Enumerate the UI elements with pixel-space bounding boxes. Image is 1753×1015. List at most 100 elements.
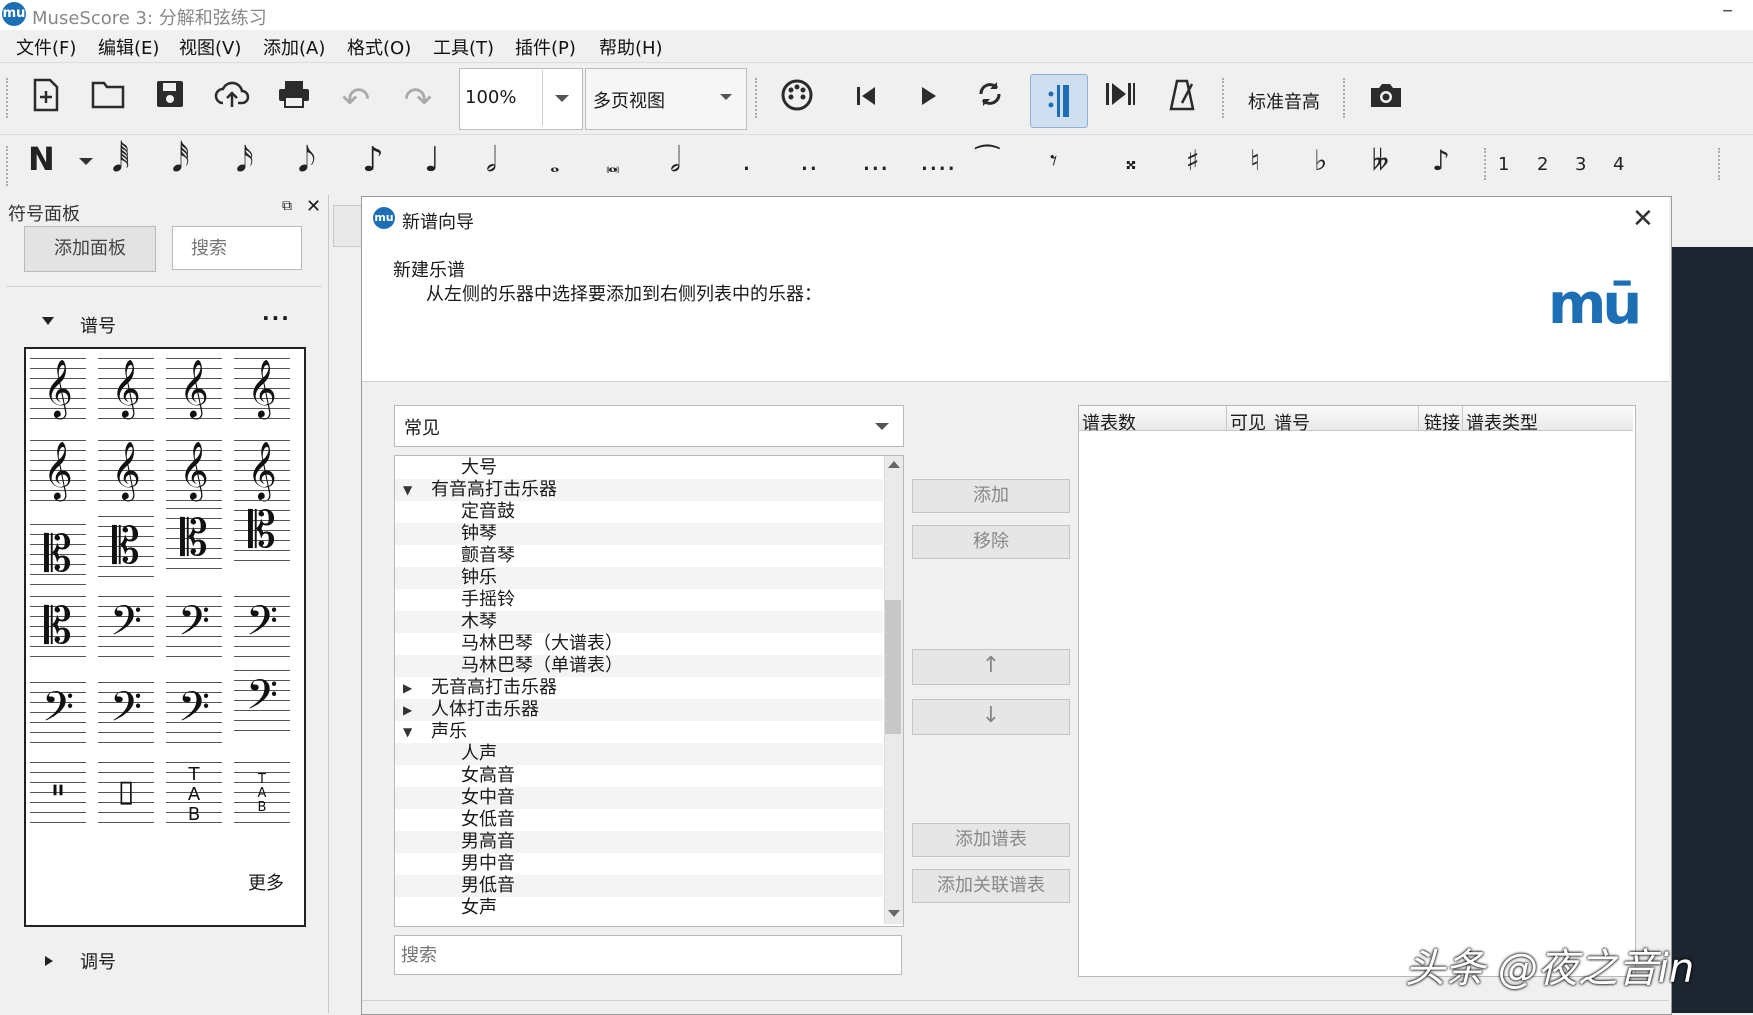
zoom-dropdown-button[interactable] xyxy=(542,70,581,126)
treble-clef-8vb-icon[interactable]: 𝄞 xyxy=(234,355,290,421)
subbass-clef-icon[interactable]: 𝄢 xyxy=(234,667,290,733)
treble-clef-15mb-icon[interactable]: 𝄞 xyxy=(30,437,86,503)
bass-clef-icon[interactable]: 𝄢 xyxy=(98,593,154,659)
note-half-icon[interactable]: 𝅗𝅥 xyxy=(486,140,497,180)
voice-2-button[interactable]: 2 xyxy=(1537,154,1548,175)
metronome-icon[interactable] xyxy=(1160,78,1204,122)
instrument-tree-row[interactable]: 钟乐 xyxy=(395,567,883,589)
add-palette-button[interactable]: 添加面板 xyxy=(24,226,156,272)
menu-plugins[interactable]: 插件(P) xyxy=(515,34,576,60)
sharp-icon[interactable]: ♯ xyxy=(1186,144,1200,177)
move-down-button[interactable]: ↓ xyxy=(912,699,1070,735)
triple-dot-icon[interactable]: ... xyxy=(862,144,889,177)
flat-icon[interactable]: ♭ xyxy=(1314,144,1327,177)
bass-clef-15ma-icon[interactable]: 𝄢 xyxy=(234,593,290,659)
double-sharp-icon[interactable]: 𝄪 xyxy=(1126,150,1136,175)
instrument-tree-row[interactable]: ▶ 无音高打击乐器 xyxy=(395,677,883,699)
augmentation-dot-icon[interactable]: . xyxy=(742,144,751,177)
redo-icon[interactable]: ↷ xyxy=(396,78,440,122)
voice-1-button[interactable]: 1 xyxy=(1498,154,1509,175)
column-header-clef[interactable]: 谱号 xyxy=(1274,409,1310,435)
tenor-clef-icon[interactable]: 𝄡 xyxy=(234,497,290,563)
collapse-arrow-icon[interactable] xyxy=(42,953,56,972)
note-32nd-icon[interactable]: 𝅘𝅥𝅰 xyxy=(172,140,190,180)
menu-add[interactable]: 添加(A) xyxy=(263,34,325,60)
natural-icon[interactable]: ♮ xyxy=(1250,144,1260,177)
column-header-staff-type[interactable]: 谱表类型 xyxy=(1466,409,1538,435)
instrument-tree-row[interactable]: 马林巴琴（大谱表） xyxy=(395,633,883,655)
more-button[interactable]: 更多 xyxy=(248,869,284,895)
french-violin-clef-icon[interactable]: 𝄞 xyxy=(234,437,290,503)
quadruple-dot-icon[interactable]: .... xyxy=(920,144,956,177)
repeat-playback-icon[interactable] xyxy=(1030,74,1088,128)
toolbar-grip[interactable] xyxy=(6,146,12,186)
instrument-tree-row[interactable]: 木琴 xyxy=(395,611,883,633)
close-icon[interactable]: ✕ xyxy=(306,196,321,217)
percussion-clef-icon[interactable]: 𝄥 xyxy=(30,759,86,825)
minimize-button[interactable]: – xyxy=(1722,0,1733,23)
concert-pitch-toggle[interactable]: 标准音高 xyxy=(1248,88,1320,114)
note-whole-icon[interactable]: 𝅝 xyxy=(550,150,560,178)
flip-direction-icon[interactable]: ♪ xyxy=(1432,144,1450,177)
toolbar-grip[interactable] xyxy=(6,78,12,118)
double-treble-clef-icon[interactable]: 𝄞 xyxy=(98,437,154,503)
soprano-clef-icon[interactable]: 𝄡 xyxy=(30,521,86,587)
mezzo-soprano-clef-icon[interactable]: 𝄡 xyxy=(98,513,154,579)
scrollbar-thumb[interactable] xyxy=(885,600,901,734)
save-icon[interactable] xyxy=(148,78,192,122)
add-linked-staff-button[interactable]: 添加关联谱表 xyxy=(912,869,1070,903)
scroll-up-icon[interactable] xyxy=(887,458,901,470)
percussion-clef-2-icon[interactable]: ▯ xyxy=(98,759,154,825)
camera-icon[interactable] xyxy=(1364,78,1408,122)
treble-clef-icon[interactable]: 𝄞 xyxy=(30,355,86,421)
scroll-down-icon[interactable] xyxy=(887,908,901,920)
collapsed-arrow-icon[interactable]: ▶ xyxy=(403,699,412,721)
rewind-icon[interactable] xyxy=(844,78,888,122)
instrument-tree-row[interactable]: ▼ 声乐 xyxy=(395,721,883,743)
cloud-upload-icon[interactable] xyxy=(210,78,254,122)
menu-file[interactable]: 文件(F) xyxy=(16,34,76,60)
toolbar-grip[interactable] xyxy=(1718,148,1724,180)
more-options-icon[interactable]: ··· xyxy=(262,306,291,330)
instrument-tree-row[interactable]: 人声 xyxy=(395,743,883,765)
selected-instruments-table[interactable] xyxy=(1078,405,1636,977)
expanded-arrow-icon[interactable]: ▼ xyxy=(403,721,412,743)
menu-edit[interactable]: 编辑(E) xyxy=(98,34,159,60)
menu-tools[interactable]: 工具(T) xyxy=(433,34,494,60)
note-eighth-icon[interactable]: 𝅘𝅥𝅮 xyxy=(298,140,316,180)
add-instrument-button[interactable]: 添加 xyxy=(912,479,1070,513)
toolbar-grip[interactable] xyxy=(1343,78,1349,118)
bass-clef-8vb-icon[interactable]: 𝄢 xyxy=(30,679,86,745)
instrument-tree-row[interactable]: 大号 xyxy=(395,457,883,479)
treble-clef-8vb-alt-icon[interactable]: 𝄞 xyxy=(166,437,222,503)
menu-view[interactable]: 视图(V) xyxy=(179,34,241,60)
play-icon[interactable] xyxy=(906,78,950,122)
instrument-tree-row[interactable]: 颤音琴 xyxy=(395,545,883,567)
voice-3-button[interactable]: 3 xyxy=(1575,154,1586,175)
voice-4-button[interactable]: 4 xyxy=(1613,154,1624,175)
expanded-arrow-icon[interactable]: ▼ xyxy=(403,479,412,501)
float-panel-icon[interactable]: ⧉ xyxy=(282,198,292,214)
instrument-search-input[interactable] xyxy=(394,935,902,975)
undo-icon[interactable]: ↶ xyxy=(334,78,378,122)
menu-format[interactable]: 格式(O) xyxy=(347,34,411,60)
rest-icon[interactable]: 𝄾 xyxy=(1050,144,1057,178)
toolbar-grip[interactable] xyxy=(755,78,761,118)
double-dot-icon[interactable]: .. xyxy=(800,144,818,177)
pan-score-icon[interactable] xyxy=(1098,78,1142,122)
loop-icon[interactable] xyxy=(968,78,1012,122)
note-longa-icon[interactable]: 𝅗𝅥 xyxy=(670,140,681,180)
menu-help[interactable]: 帮助(H) xyxy=(599,34,663,60)
instrument-tree-row[interactable]: 女中音 xyxy=(395,787,883,809)
toolbar-grip[interactable] xyxy=(1222,78,1228,118)
bass-clef-15mb-icon[interactable]: 𝄢 xyxy=(98,679,154,745)
instrument-tree-row[interactable]: 女声 xyxy=(395,897,883,919)
alto-clef-icon[interactable]: 𝄡 xyxy=(166,505,222,571)
instrument-tree-row[interactable]: 定音鼓 xyxy=(395,501,883,523)
instrument-category-select[interactable] xyxy=(394,405,904,447)
instrument-tree-row[interactable]: 女低音 xyxy=(395,809,883,831)
instrument-tree-row[interactable]: 男中音 xyxy=(395,853,883,875)
instrument-tree-row[interactable]: 男高音 xyxy=(395,831,883,853)
double-flat-icon[interactable]: 𝄫 xyxy=(1372,144,1389,178)
chevron-down-icon[interactable] xyxy=(76,152,96,176)
